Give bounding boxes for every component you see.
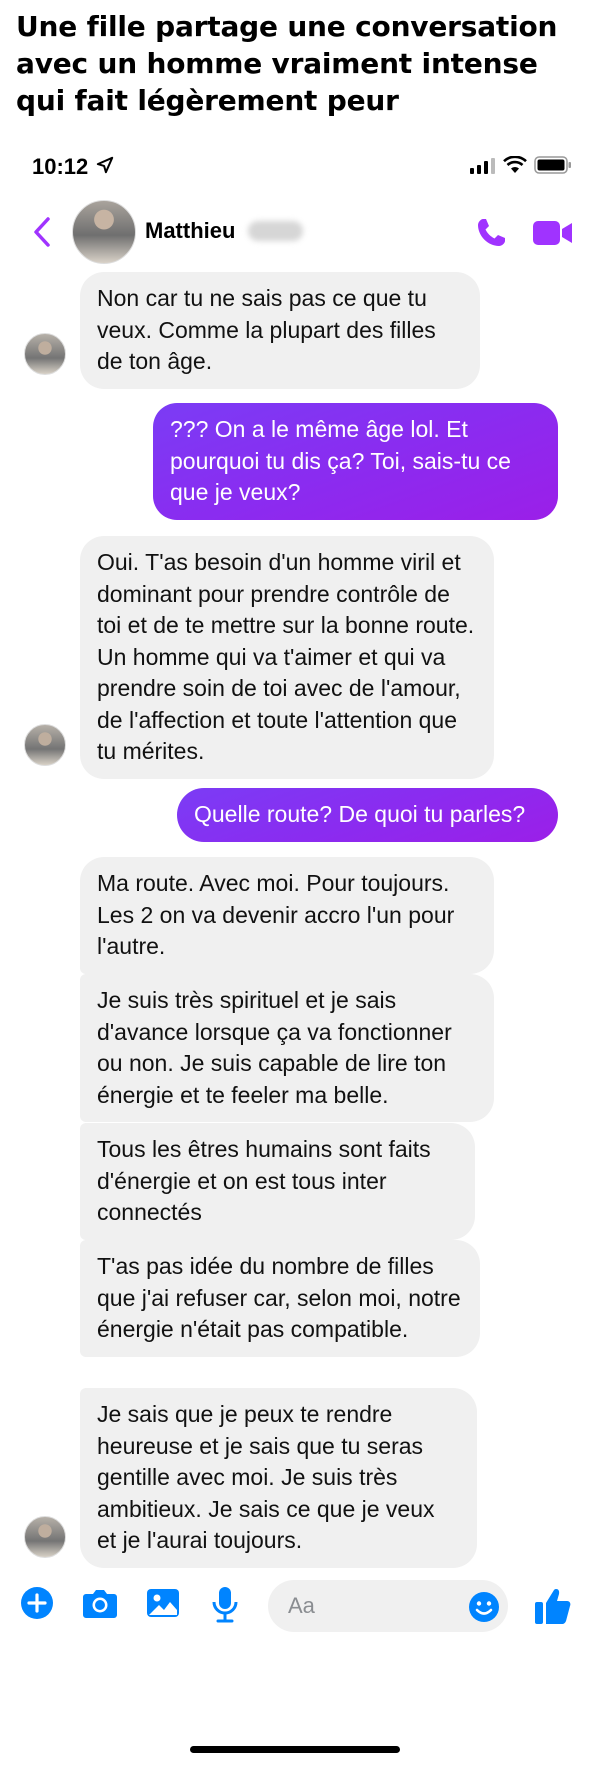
phone-icon[interactable]	[474, 216, 508, 250]
home-indicator[interactable]	[190, 1746, 400, 1753]
signal-icon	[470, 158, 495, 174]
message-incoming: Non car tu ne sais pas ce que tu veux. C…	[80, 272, 480, 389]
sender-avatar	[24, 724, 66, 766]
image-icon[interactable]	[146, 1586, 180, 1620]
status-time: 10:12	[32, 154, 89, 179]
message-incoming: Tous les êtres humains sont faits d'éner…	[80, 1123, 475, 1240]
redacted-surname	[248, 221, 303, 241]
camera-icon[interactable]	[82, 1586, 118, 1620]
message-incoming: Oui. T'as besoin d'un homme viril et dom…	[80, 536, 494, 779]
battery-icon	[534, 156, 571, 174]
status-bar: 10:12	[0, 134, 600, 184]
contact-avatar[interactable]	[72, 200, 136, 264]
conversation-header: Matthieu	[0, 190, 600, 276]
sender-avatar	[24, 1516, 66, 1558]
message-outgoing: ??? On a le même âge lol. Et pourquoi tu…	[153, 403, 558, 520]
video-camera-icon[interactable]	[532, 218, 574, 248]
message-composer	[0, 1578, 600, 1638]
message-outgoing: Quelle route? De quoi tu parles?	[177, 788, 558, 842]
emoji-icon[interactable]	[468, 1591, 500, 1623]
thumbs-up-icon[interactable]	[533, 1586, 573, 1626]
message-incoming: T'as pas idée du nombre de filles que j'…	[80, 1240, 480, 1357]
microphone-icon[interactable]	[210, 1586, 240, 1624]
caption-title: Une fille partage une conversation avec …	[16, 10, 558, 117]
contact-name[interactable]: Matthieu	[145, 218, 235, 244]
message-incoming: Je sais que je peux te rendre heureuse e…	[80, 1388, 477, 1568]
wifi-icon	[503, 156, 527, 173]
plus-circle-icon[interactable]	[20, 1586, 54, 1620]
message-incoming: Ma route. Avec moi. Pour toujours. Les 2…	[80, 857, 494, 974]
message-incoming: Je suis très spirituel et je sais d'avan…	[80, 974, 494, 1122]
chevron-left-icon[interactable]	[28, 214, 56, 250]
sender-avatar	[24, 333, 66, 375]
location-arrow-icon	[96, 156, 114, 174]
